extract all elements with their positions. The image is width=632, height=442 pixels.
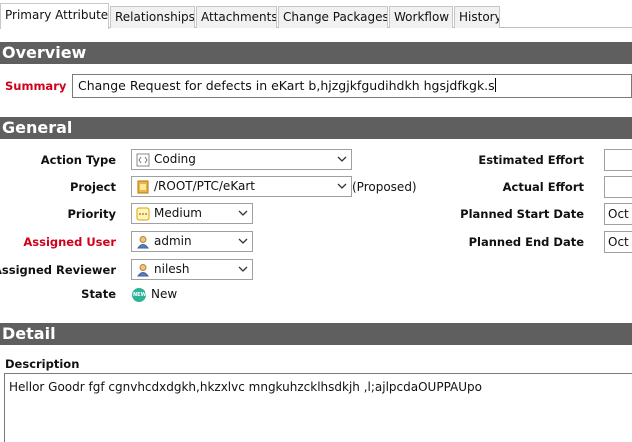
description-value: Hellor Goodr fgf cgnvhcdxdgkh,hkzxlvc mn… xyxy=(9,380,482,394)
project-proposed-note: (Proposed) xyxy=(352,180,417,194)
text-caret xyxy=(494,78,496,92)
actual-effort-input[interactable] xyxy=(604,176,632,198)
actual-effort-label: Actual Effort xyxy=(502,180,584,194)
assigned-reviewer-label: Assigned Reviewer xyxy=(0,263,116,277)
assigned-reviewer-value: nilesh xyxy=(154,262,190,276)
overview-section-header: Overview xyxy=(0,42,632,64)
tab-bar: Primary Attributes Relationships Attachm… xyxy=(0,0,632,29)
summary-label: Summary xyxy=(5,79,67,93)
chevron-down-icon xyxy=(238,210,248,216)
project-label: Project xyxy=(69,180,116,194)
state-value: New xyxy=(151,287,178,301)
description-label: Description xyxy=(5,357,80,371)
planned-end-date-label: Planned End Date xyxy=(468,235,584,249)
chevron-down-icon xyxy=(337,156,347,162)
assigned-reviewer-select[interactable]: nilesh xyxy=(131,259,253,280)
project-folder-icon xyxy=(137,180,149,194)
state-badge-text: NEW xyxy=(133,292,147,298)
chevron-down-icon xyxy=(337,183,347,189)
tab-workflow[interactable]: Workflow xyxy=(389,6,453,28)
estimated-effort-label: Estimated Effort xyxy=(478,153,584,167)
chevron-down-icon xyxy=(238,238,248,244)
tab-primary-attributes[interactable]: Primary Attributes xyxy=(0,3,109,29)
general-section-header: General xyxy=(0,117,632,139)
assigned-user-label: Assigned User xyxy=(23,235,116,249)
project-value: /ROOT/PTC/eKart xyxy=(154,179,255,193)
code-icon xyxy=(136,153,150,167)
tab-relationships[interactable]: Relationships xyxy=(110,6,195,28)
project-select[interactable]: /ROOT/PTC/eKart xyxy=(131,176,352,197)
user-icon xyxy=(137,236,149,249)
action-type-label: Action Type xyxy=(40,153,116,167)
priority-label: Priority xyxy=(67,207,116,221)
chevron-down-icon xyxy=(238,266,248,272)
action-type-value: Coding xyxy=(154,152,196,166)
summary-value: Change Request for defects in eKart b,hj… xyxy=(78,78,495,93)
action-type-select[interactable]: Coding xyxy=(131,149,352,170)
tab-history[interactable]: History xyxy=(454,6,500,28)
priority-value: Medium xyxy=(154,206,202,220)
state-label: State xyxy=(81,287,116,301)
priority-select[interactable]: Medium xyxy=(131,203,253,224)
estimated-effort-input[interactable] xyxy=(604,149,632,171)
summary-input[interactable]: Change Request for defects in eKart b,hj… xyxy=(72,74,632,98)
planned-start-date-label: Planned Start Date xyxy=(460,207,584,221)
planned-start-date-input[interactable]: Oct 1 xyxy=(604,203,632,225)
medium-priority-icon xyxy=(136,207,150,221)
description-textarea[interactable]: Hellor Goodr fgf cgnvhcdxdgkh,hkzxlvc mn… xyxy=(4,373,632,442)
assigned-user-select[interactable]: admin xyxy=(131,231,253,252)
planned-end-date-input[interactable]: Oct 2 xyxy=(604,231,632,253)
detail-section-header: Detail xyxy=(0,323,632,345)
assigned-user-value: admin xyxy=(154,234,192,248)
tab-attachments[interactable]: Attachments xyxy=(196,6,277,28)
user-icon xyxy=(137,264,149,277)
state-new-icon: NEW xyxy=(132,288,146,302)
tab-change-packages[interactable]: Change Packages xyxy=(278,6,388,28)
